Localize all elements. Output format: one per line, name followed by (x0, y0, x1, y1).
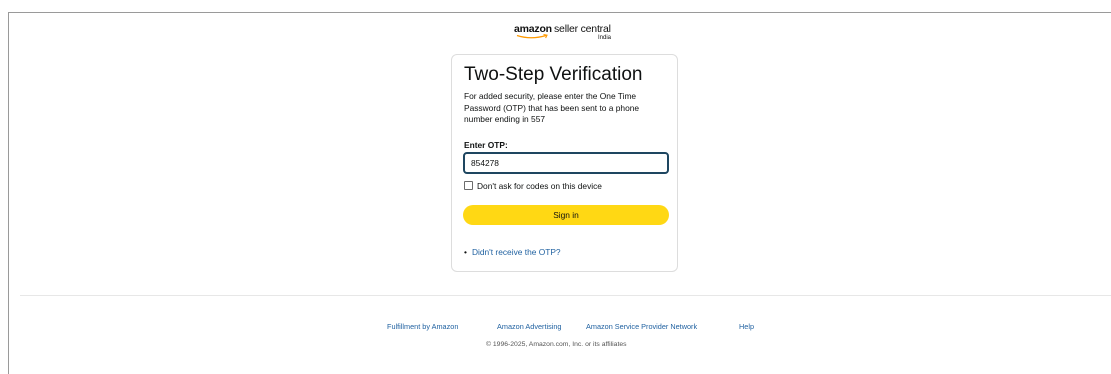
verification-description: For added security, please enter the One… (464, 91, 640, 125)
copyright-text: © 1996-2025, Amazon.com, Inc. or its aff… (486, 341, 627, 348)
resend-otp-link[interactable]: Didn't receive the OTP? (472, 247, 561, 257)
resend-otp-item: • Didn't receive the OTP? (464, 247, 561, 257)
window-left-border (8, 12, 9, 374)
footer-link-service-provider-network[interactable]: Amazon Service Provider Network (586, 322, 697, 331)
page-title: Two-Step Verification (464, 64, 643, 85)
footer-link-advertising[interactable]: Amazon Advertising (497, 322, 562, 331)
footer-link-help[interactable]: Help (739, 322, 754, 331)
remember-device-option[interactable]: Don't ask for codes on this device (464, 181, 602, 191)
remember-device-label[interactable]: Don't ask for codes on this device (477, 181, 602, 191)
remember-device-checkbox[interactable] (464, 181, 473, 190)
amazon-smile-icon (516, 34, 548, 39)
sign-in-button[interactable]: Sign in (463, 205, 669, 225)
window-top-border (8, 12, 1111, 13)
amazon-seller-central-logo[interactable]: amazon seller central India (514, 21, 634, 47)
bullet-icon: • (464, 247, 467, 257)
logo-region-text: India (598, 35, 612, 41)
footer-divider (20, 295, 1111, 296)
logo-product-text: seller central (554, 23, 611, 35)
otp-input[interactable] (463, 152, 669, 174)
footer-link-fulfillment[interactable]: Fulfillment by Amazon (387, 322, 458, 331)
verification-card: Two-Step Verification For added security… (451, 54, 678, 272)
otp-label: Enter OTP: (464, 140, 508, 150)
